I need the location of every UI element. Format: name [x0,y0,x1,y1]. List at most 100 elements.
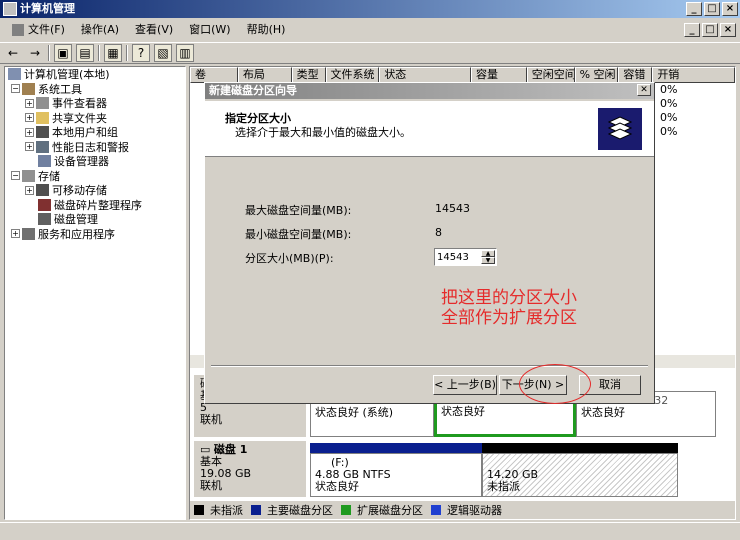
export-list-icon[interactable]: ▧ [154,44,172,62]
col-percent-free[interactable]: % 空闲 [574,67,619,83]
inner-window-controls: _ □ × [684,23,740,37]
inner-close-button[interactable]: × [720,23,736,37]
legend-swatch-unallocated [194,505,204,515]
col-overhead[interactable]: 开销 [652,67,735,83]
tree-item-performance-logs[interactable]: + 性能日志和警报 [5,140,185,155]
tree-item-local-users[interactable]: + 本地用户和组 [5,125,185,140]
col-volume[interactable]: 卷 [190,67,238,83]
tools-icon [22,82,35,95]
tree-item-removable-storage[interactable]: + 可移动存储 [5,183,185,198]
primary-partition-bar [310,443,482,453]
disk-icon[interactable]: ▥ [176,44,194,62]
title-bar: 计算机管理 _ □ × [0,0,740,18]
menu-action[interactable]: 操作(A) [73,21,127,39]
dialog-title: 新建磁盘分区向导 [205,83,654,99]
dialog-footer-divider [211,365,648,367]
tree-item-storage[interactable]: − 存储 [5,169,185,184]
toolbar-separator [126,45,128,61]
max-space-value: 14543 [435,202,470,215]
computer-management-window: 计算机管理 _ □ × 文件(F) 操作(A) 查看(V) 窗口(W) 帮助(H… [0,0,740,540]
legend-swatch-primary [251,505,261,515]
show-hide-tree-icon[interactable]: ▤ [76,44,94,62]
tree-item-system-tools[interactable]: − 系统工具 [5,82,185,97]
min-space-label: 最小磁盘空间量(MB): [245,228,352,241]
legend-swatch-logical [431,505,441,515]
menu-window[interactable]: 窗口(W) [181,21,238,39]
dialog-close-button[interactable]: ✕ [637,84,651,96]
disk1-partition-f[interactable]: (F:) 4.88 GB NTFS 状态良好 [310,453,482,497]
help-icon[interactable]: ? [132,44,150,62]
disk-stack-icon [598,108,642,150]
collapse-icon[interactable]: − [11,171,20,181]
expand-icon[interactable]: + [25,98,34,108]
partition-size-stepper[interactable]: ▲ ▼ [434,248,497,266]
forward-arrow-icon[interactable]: → [26,44,44,62]
up-folder-icon[interactable]: ▣ [54,44,72,62]
disk-1-label[interactable]: ▭ 磁盘 1 基本 19.08 GB 联机 [194,441,306,497]
dialog-header: 指定分区大小 选择介于最大和最小值的磁盘大小。 [205,101,654,157]
close-button[interactable]: × [722,2,738,16]
performance-icon [36,140,49,153]
console-tree: 计算机管理(本地) − 系统工具 + 事件查看器 + 共享文件夹 + 本地用户和… [4,66,186,520]
col-filesystem[interactable]: 文件系统 [325,67,380,83]
menu-view[interactable]: 查看(V) [127,21,181,39]
back-button[interactable]: < 上一步(B) [433,375,497,395]
spin-up-icon[interactable]: ▲ [481,250,495,257]
expand-icon[interactable]: + [25,185,34,195]
tree-item-disk-management[interactable]: 磁盘管理 [5,212,185,227]
status-bar [0,522,740,540]
inner-minimize-button[interactable]: _ [684,23,700,37]
menu-help[interactable]: 帮助(H) [239,21,294,39]
toolbar: ← → ▣ ▤ ▦ ? ▧ ▥ [0,42,740,64]
tree-root[interactable]: 计算机管理(本地) [5,67,185,82]
expand-icon[interactable]: + [25,127,34,137]
col-status[interactable]: 状态 [379,67,471,83]
window-controls: _ □ × [686,2,738,16]
device-manager-icon [38,155,51,168]
minimize-button[interactable]: _ [686,2,702,16]
col-type[interactable]: 类型 [291,67,326,83]
tree-item-device-manager[interactable]: 设备管理器 [5,154,185,169]
expand-icon[interactable]: + [11,229,20,239]
expand-icon[interactable]: + [25,142,34,152]
app-icon [3,2,17,16]
event-viewer-icon [36,97,49,110]
expand-icon[interactable]: + [25,113,34,123]
spin-down-icon[interactable]: ▼ [481,257,495,264]
min-space-value: 8 [435,226,442,239]
window-title: 计算机管理 [20,2,75,15]
maximize-button[interactable]: □ [704,2,720,16]
tree-item-defrag[interactable]: 磁盘碎片整理程序 [5,198,185,213]
max-space-label: 最大磁盘空间量(MB): [245,204,352,217]
disk-management-icon [38,213,51,226]
tree-item-shared-folders[interactable]: + 共享文件夹 [5,111,185,126]
disk1-unallocated[interactable]: 14.20 GB 未指派 [482,453,678,497]
properties-icon[interactable]: ▦ [104,44,122,62]
collapse-icon[interactable]: − [11,84,20,94]
toolbar-separator [98,45,100,61]
unallocated-bar [482,443,678,453]
partition-size-input[interactable] [437,250,479,264]
col-capacity[interactable]: 容量 [470,67,527,83]
folder-icon [36,111,49,124]
storage-icon [22,169,35,182]
tree-item-services-apps[interactable]: + 服务和应用程序 [5,227,185,242]
back-arrow-icon[interactable]: ← [4,44,22,62]
legend-swatch-extended [341,505,351,515]
services-icon [22,227,35,240]
annotation-circle [519,364,591,404]
tree-item-event-viewer[interactable]: + 事件查看器 [5,96,185,111]
partition-size-label: 分区大小(MB)(P): [245,252,334,265]
col-free-space[interactable]: 空闲空间 [526,67,575,83]
document-icon [12,24,24,36]
removable-storage-icon [36,184,49,197]
new-partition-wizard-dialog: 新建磁盘分区向导 ✕ 指定分区大小 选择介于最大和最小值的磁盘大小。 最大磁盘空… [204,82,655,404]
computer-icon [8,68,21,81]
legend: 未指派 主要磁盘分区 扩展磁盘分区 逻辑驱动器 [190,501,735,519]
col-fault-tolerance[interactable]: 容错 [618,67,653,83]
defrag-icon [38,198,51,211]
inner-restore-button[interactable]: □ [702,23,718,37]
users-icon [36,126,49,139]
menu-file[interactable]: 文件(F) [4,21,73,39]
col-layout[interactable]: 布局 [237,67,292,83]
